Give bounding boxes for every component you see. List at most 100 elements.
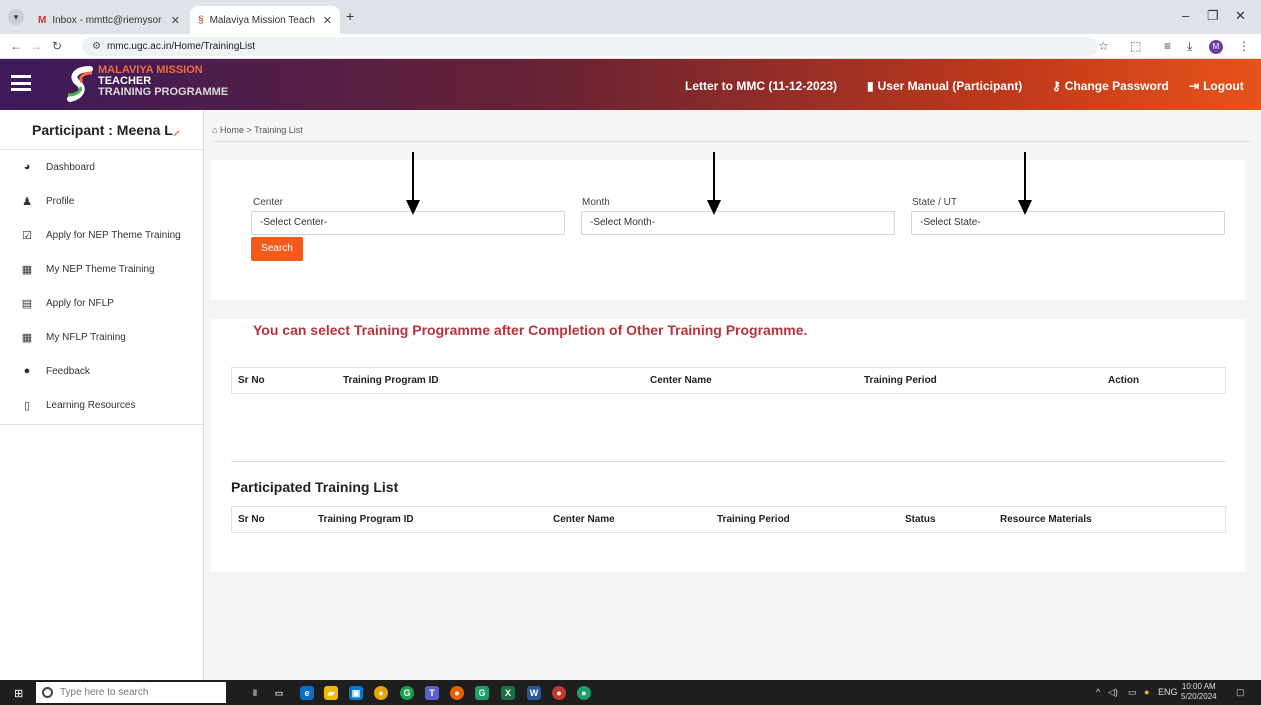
sidebar-item-label: Dashboard [46,161,95,173]
action-center-icon[interactable]: ▢ [1236,687,1245,698]
sidebar-item-feedback[interactable]: ● Feedback [0,354,203,388]
participant-name: Participant : Meena L⸝ [0,110,203,150]
col-sr-no: Sr No [238,514,265,525]
sidebar-item-profile[interactable]: ♟ Profile [0,184,203,218]
firefox-icon[interactable]: ● [450,686,464,700]
tray-chevron-icon[interactable]: ^ [1096,687,1100,697]
calendar-check-icon: ☑ [22,229,32,242]
link-label: Logout [1203,79,1244,93]
arrow-down-icon [1018,152,1032,215]
sidebar-divider [0,424,203,425]
sidebar-item-label: My NFLP Training [46,331,126,343]
close-window-icon[interactable]: ✕ [1235,8,1246,24]
logout-link[interactable]: ⇥ Logout [1189,79,1244,93]
participant-label: Participant : Meena L [32,122,173,138]
center-label: Center [253,197,284,208]
url-text: mmc.ugc.ac.in/Home/TrainingList [106,41,255,52]
change-password-link[interactable]: ⚷ Change Password [1052,79,1169,93]
tab-malaviya[interactable]: § Malaviya Mission Teacher Traini ✕ [190,6,340,34]
menu-dots-icon[interactable]: ⋮ [1238,39,1250,53]
forward-icon[interactable]: → [30,39,42,53]
arrow-down-icon [707,152,721,215]
sidebar-item-apply-nep[interactable]: ☑ Apply for NEP Theme Training [0,218,203,252]
hamburger-menu-icon[interactable] [11,75,31,91]
breadcrumb-divider [212,141,1252,142]
col-status: Status [905,514,936,525]
language-indicator[interactable]: ENG [1158,687,1178,697]
logo-text: MALAVIYA MISSION TEACHER TRAINING PROGRA… [98,65,228,98]
bookmark-star-icon[interactable]: ☆ [1098,39,1109,53]
close-tab-icon[interactable]: ✕ [171,14,180,27]
month-select[interactable]: -Select Month- [581,211,895,235]
breadcrumb: ⌂ Home > Training List [212,125,303,135]
home-icon: ⌂ [212,125,218,135]
profile-avatar[interactable]: M [1209,40,1223,54]
logo-line3: TRAINING PROGRAMME [98,86,229,98]
user-icon: ♟ [22,195,32,208]
new-tab-icon[interactable]: + [346,8,354,24]
sidebar-item-my-nep[interactable]: ▦ My NEP Theme Training [0,252,203,286]
link-label: User Manual (Participant) [877,79,1023,93]
network-icon[interactable]: ▭ [1128,687,1137,698]
tab-search-icon[interactable]: ▾ [8,9,24,25]
breadcrumb-current: Training List [254,125,303,135]
taskbar: ⊞ Type here to search ǁ ▭ e ▰ ▣ ● G T ● … [0,680,1261,705]
sidebar-item-label: Learning Resources [46,399,136,411]
sidebar-item-dashboard[interactable]: ◕ Dashboard [0,150,203,184]
month-label: Month [582,197,610,208]
reload-icon[interactable]: ↻ [52,39,62,53]
dashboard-icon: ◕ [23,161,31,173]
training-list-card: You can select Training Programme after … [211,319,1245,572]
section-divider [231,461,1226,462]
col-resource-materials: Resource Materials [1000,514,1092,525]
excel-icon[interactable]: X [501,686,515,700]
chrome-icon[interactable]: ● [374,686,388,700]
minimize-icon[interactable]: – [1182,8,1189,23]
volume-icon[interactable]: ◁) [1108,687,1118,698]
chrome-profile-icon[interactable]: G [475,686,489,700]
teams-icon[interactable]: T [425,686,439,700]
state-select[interactable]: -Select State- [911,211,1225,235]
logout-icon: ⇥ [1189,79,1200,93]
notice-text: You can select Training Programme after … [253,322,808,338]
close-tab-icon[interactable]: ✕ [323,14,332,27]
sidebar-item-my-nflp[interactable]: ▦ My NFLP Training [0,320,203,354]
sidebar-item-learning-resources[interactable]: ▯ Learning Resources [0,388,203,422]
file-explorer-icon[interactable]: ▰ [324,686,338,700]
site-icon: § [198,14,204,26]
maximize-icon[interactable]: ❐ [1207,8,1219,24]
store-icon[interactable]: ▣ [349,686,363,700]
filter-card: Center -Select Center- Month -Select Mon… [211,152,1245,300]
notification-app-icon[interactable]: ● [1144,687,1149,697]
sidebar-item-apply-nflp[interactable]: ▤ Apply for NFLP [0,286,203,320]
chrome-profile-icon[interactable]: ● [577,686,591,700]
participated-table-header: Sr No Training Program ID Center Name Tr… [231,506,1226,533]
task-view-icon[interactable]: ▭ [272,686,286,700]
edge-icon[interactable]: e [300,686,314,700]
link-label: Letter to MMC (11-12-2023) [685,79,838,93]
download-icon[interactable]: ⤓ [1187,39,1192,54]
url-input[interactable]: ⚙ mmc.ugc.ac.in/Home/TrainingList [82,37,1098,56]
grammarly-icon[interactable]: G [400,686,414,700]
book-icon: ▯ [23,399,31,412]
calendar-icon: ▤ [21,297,33,310]
site-info-icon[interactable]: ⚙ [92,41,101,52]
search-button[interactable]: Search [251,237,303,261]
col-training-period: Training Period [864,375,937,386]
reading-list-icon[interactable]: ≡ [1164,39,1171,53]
taskbar-search[interactable]: Type here to search [36,682,226,703]
back-icon[interactable]: ← [10,39,22,53]
clock[interactable]: 10:00 AM 5/20/2024 [1181,682,1217,702]
comment-icon: ● [23,365,31,377]
mic-icon[interactable]: ǁ [248,686,262,700]
tab-inbox[interactable]: M Inbox - mmttc@riemysore.ac.in ✕ [30,6,188,34]
user-manual-link[interactable]: ▮ User Manual (Participant) [867,79,1022,93]
windows-start-icon[interactable]: ⊞ [14,687,23,700]
col-training-period: Training Period [717,514,790,525]
letter-to-mmc-link[interactable]: Letter to MMC (11-12-2023) [685,79,837,93]
extensions-icon[interactable]: ⬚ [1130,39,1141,53]
word-icon[interactable]: W [527,686,541,700]
sidebar-item-label: Apply for NFLP [46,297,114,309]
breadcrumb-home[interactable]: Home [220,125,244,135]
chrome-profile-icon[interactable]: ● [552,686,566,700]
